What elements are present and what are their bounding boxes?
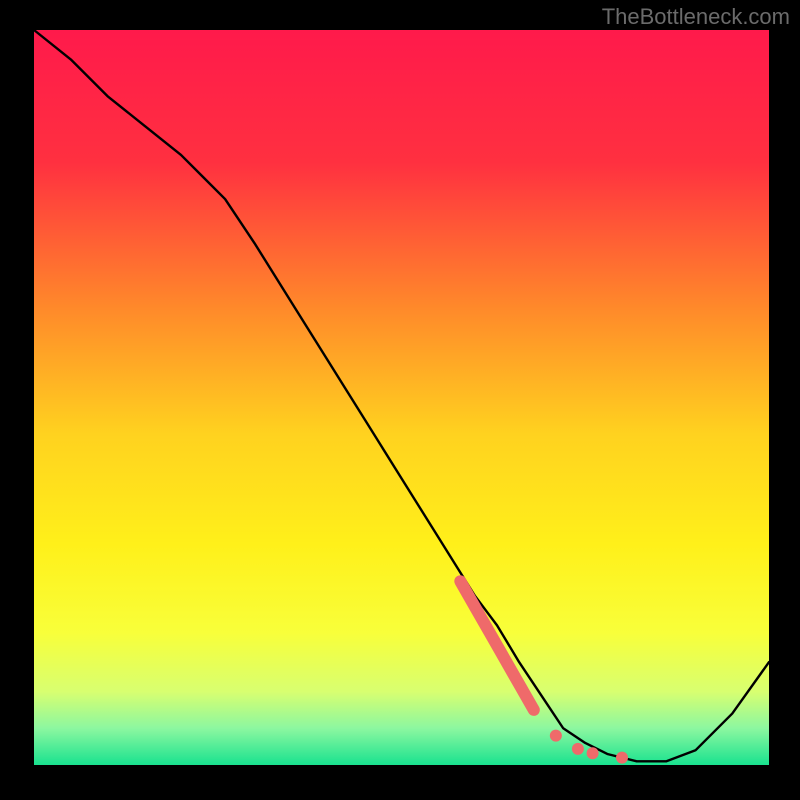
highlight-dot [587,747,599,759]
highlight-dot [572,743,584,755]
chart-canvas [0,0,800,800]
plot-background [34,30,769,765]
chart-frame: TheBottleneck.com [0,0,800,800]
highlight-dot [616,752,628,764]
highlight-dot [550,730,562,742]
watermark-text: TheBottleneck.com [602,4,790,30]
